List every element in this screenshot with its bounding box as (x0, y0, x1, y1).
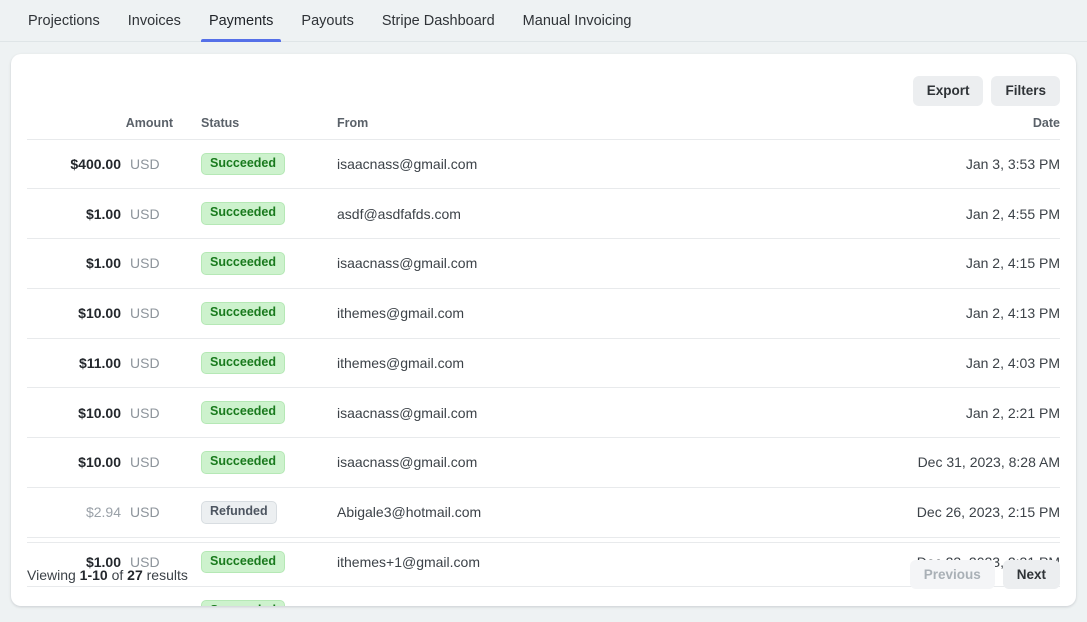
tab-manual-invoicing[interactable]: Manual Invoicing (509, 0, 646, 41)
next-page-button[interactable]: Next (1002, 559, 1060, 590)
cell-amount: $10.00 (27, 387, 121, 438)
cell-status: Succeeded (173, 138, 323, 189)
viewing-prefix: Viewing (27, 566, 76, 583)
cell-currency: USD (121, 138, 173, 189)
column-header-amount[interactable]: Amount (27, 105, 173, 139)
status-badge: Succeeded (201, 401, 286, 424)
cell-currency: USD (121, 437, 173, 488)
table-body: $400.00 USD Succeeded isaacnass@gmail.com Ja… (27, 138, 1060, 606)
cell-amount: $10.00 (27, 287, 121, 338)
cell-amount: $1.00 (27, 188, 121, 239)
payments-card: Export Filters Amount Status From Date $… (11, 54, 1076, 606)
primary-tabs: Projections Invoices Payments Payouts Stripe… (0, 0, 1087, 42)
cell-from-email: ithemes@gmail.com (323, 337, 845, 388)
table-row[interactable]: $10.00 USD Succeeded isaacnass@gmail.com Dec… (27, 437, 1060, 488)
table-row[interactable]: $1.00 USD Succeeded isaacnass@gmail.com Jan … (27, 238, 1060, 289)
cell-date: Jan 3, 3:53 PM (845, 138, 1060, 189)
cell-from-email: isaacnass@gmail.com (323, 138, 845, 189)
cell-currency: USD (121, 337, 173, 388)
status-badge: Succeeded (201, 152, 286, 176)
results-summary: Viewing 1-10 of 27 results (27, 567, 188, 583)
status-badge: Refunded (201, 500, 277, 524)
table-header-row: Amount Status From Date (27, 105, 1060, 139)
cell-status: Succeeded (173, 437, 323, 488)
cell-date: Jan 2, 2:21 PM (845, 387, 1060, 438)
cell-currency: USD (121, 238, 173, 289)
cell-from-email: asdf@asdfafds.com (323, 188, 845, 239)
results-total: 27 (127, 566, 143, 583)
table-toolbar: Export Filters (11, 54, 1076, 106)
cell-status: Succeeded (173, 188, 323, 239)
table-footer: Viewing 1-10 of 27 results Previous Next (27, 542, 1060, 606)
column-header-date[interactable]: Date (845, 105, 1060, 139)
cell-date: Jan 2, 4:55 PM (845, 188, 1060, 239)
cell-amount: $2.94 (27, 486, 121, 537)
cell-amount: $1.00 (27, 238, 121, 289)
cell-from-email: isaacnass@gmail.com (323, 238, 845, 289)
table-row[interactable]: $11.00 USD Succeeded ithemes@gmail.com Jan 2… (27, 337, 1060, 388)
cell-status: Succeeded (173, 337, 323, 388)
filters-button[interactable]: Filters (991, 76, 1060, 106)
column-header-from[interactable]: From (323, 105, 845, 139)
table-row[interactable]: $400.00 USD Succeeded isaacnass@gmail.com Ja… (27, 138, 1060, 189)
cell-amount: $400.00 (27, 138, 121, 189)
table-row[interactable]: $10.00 USD Succeeded ithemes@gmail.com Jan 2… (27, 287, 1060, 338)
cell-date: Dec 26, 2023, 2:15 PM (845, 486, 1060, 537)
payments-table-wrapper: Amount Status From Date $400.00 USD Succee… (11, 105, 1076, 606)
cell-currency: USD (121, 387, 173, 438)
results-suffix: results (146, 566, 188, 583)
cell-date: Dec 31, 2023, 8:28 AM (845, 437, 1060, 488)
cell-amount: $11.00 (27, 337, 121, 388)
table-header: Amount Status From Date (27, 105, 1060, 139)
tab-payments[interactable]: Payments (195, 0, 287, 42)
table-row[interactable]: $2.94 USD Refunded Abigale3@hotmail.com Dec … (27, 486, 1060, 537)
pagination-controls: Previous Next (909, 559, 1060, 590)
cell-status: Refunded (173, 486, 323, 537)
results-range: 1-10 (79, 566, 108, 583)
tab-payouts[interactable]: Payouts (287, 0, 367, 41)
export-button[interactable]: Export (912, 76, 984, 106)
column-header-status[interactable]: Status (173, 105, 323, 139)
cell-amount: $10.00 (27, 437, 121, 488)
payments-table: Amount Status From Date $400.00 USD Succee… (27, 105, 1060, 606)
cell-status: Succeeded (173, 287, 323, 338)
cell-currency: USD (121, 486, 173, 537)
tab-stripe-dashboard[interactable]: Stripe Dashboard (368, 0, 509, 41)
table-row[interactable]: $10.00 USD Succeeded isaacnass@gmail.com Jan… (27, 387, 1060, 438)
status-badge: Succeeded (201, 301, 286, 325)
cell-from-email: Abigale3@hotmail.com (323, 486, 845, 537)
cell-status: Succeeded (173, 387, 323, 438)
cell-from-email: isaacnass@gmail.com (323, 387, 845, 438)
tab-invoices[interactable]: Invoices (114, 0, 195, 41)
cell-date: Jan 2, 4:15 PM (845, 238, 1060, 289)
table-row[interactable]: $1.00 USD Succeeded asdf@asdfafds.com Jan 2,… (27, 188, 1060, 239)
cell-status: Succeeded (173, 238, 323, 289)
cell-from-email: ithemes@gmail.com (323, 287, 845, 338)
of-label: of (111, 566, 124, 583)
tab-projections[interactable]: Projections (14, 0, 114, 41)
cell-currency: USD (121, 287, 173, 338)
cell-currency: USD (121, 188, 173, 239)
cell-date: Jan 2, 4:13 PM (845, 287, 1060, 338)
status-badge: Succeeded (201, 351, 286, 375)
previous-page-button[interactable]: Previous (909, 559, 995, 590)
status-badge: Succeeded (201, 451, 286, 474)
cell-date: Jan 2, 4:03 PM (845, 337, 1060, 388)
status-badge: Succeeded (201, 252, 286, 275)
cell-from-email: isaacnass@gmail.com (323, 437, 845, 488)
status-badge: Succeeded (201, 202, 286, 225)
